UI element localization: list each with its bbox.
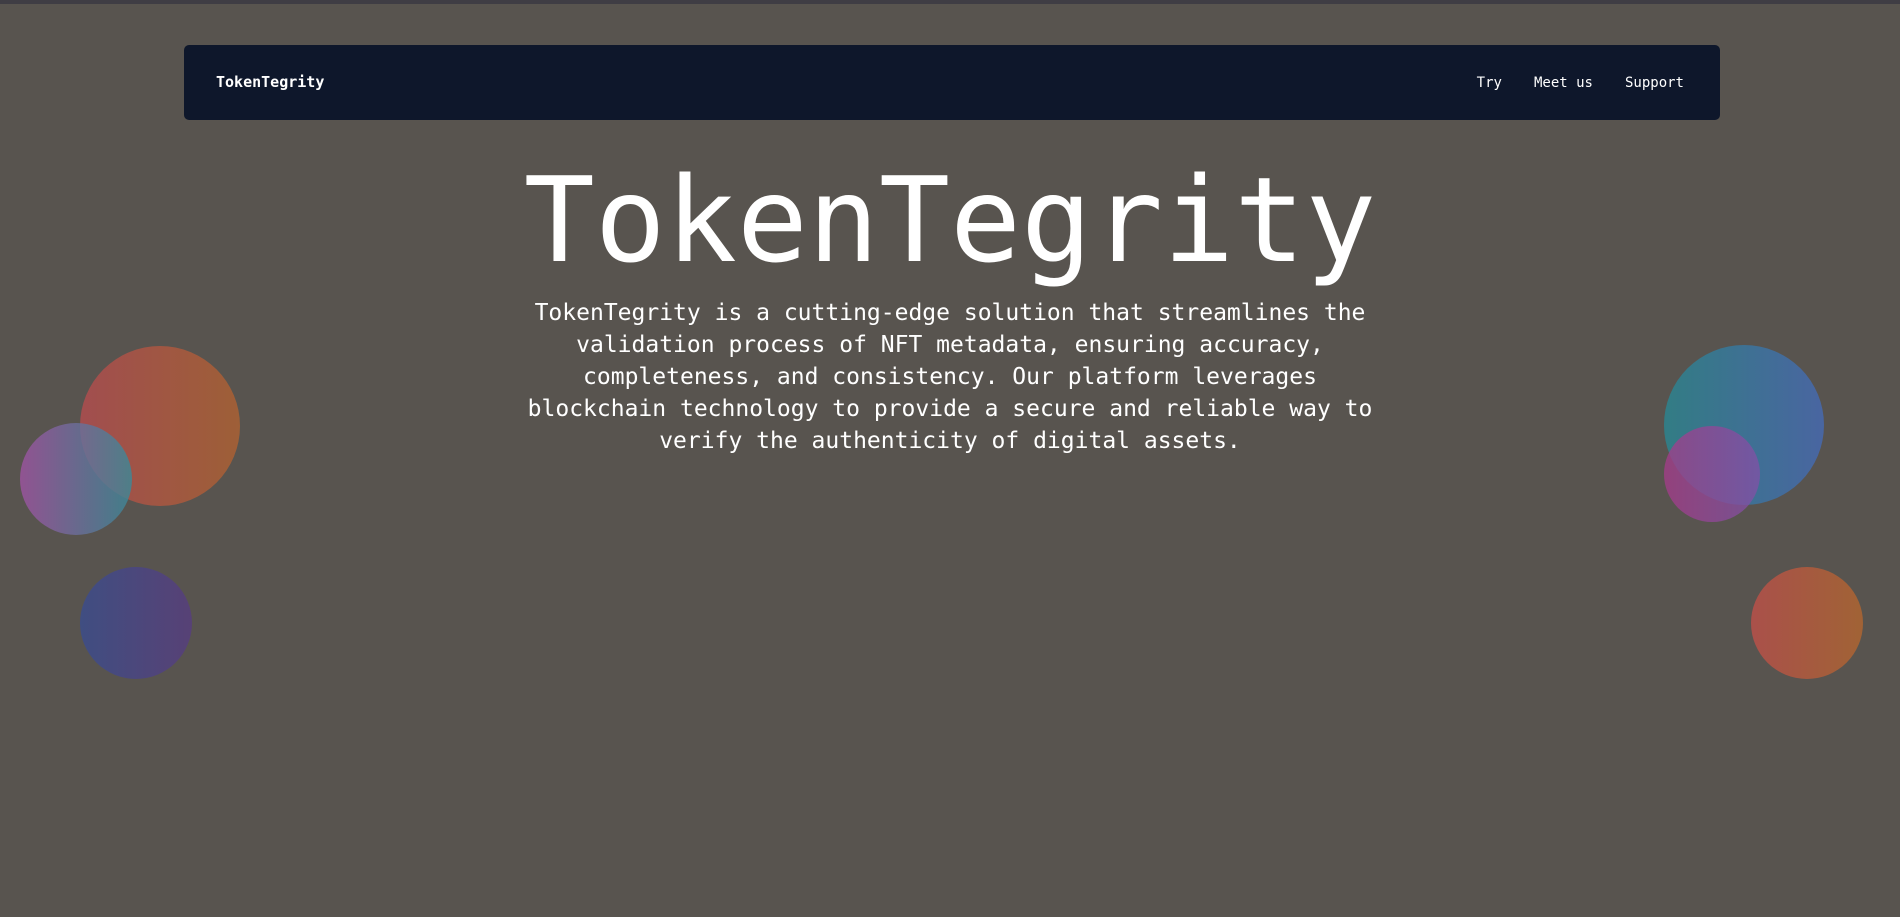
- nav-links: Try Meet us Support: [1477, 45, 1684, 120]
- nav-link-meet-us[interactable]: Meet us: [1534, 75, 1593, 91]
- decorative-bubble-magenta-right: [1664, 426, 1760, 522]
- decorative-bubble-orange-right: [1751, 567, 1863, 679]
- decorative-bubble-purple-teal-left: [20, 423, 132, 535]
- hero-description: TokenTegrity is a cutting-edge solution …: [527, 300, 1373, 454]
- nav-link-support[interactable]: Support: [1625, 75, 1684, 91]
- navbar: TokenTegrity Try Meet us Support: [184, 45, 1720, 120]
- brand-logo-text[interactable]: TokenTegrity: [216, 45, 324, 120]
- hero-title: TokenTegrity: [523, 151, 1377, 289]
- top-strip: [0, 0, 1900, 4]
- decorative-bubble-indigo-left: [80, 567, 192, 679]
- nav-link-try[interactable]: Try: [1477, 75, 1502, 91]
